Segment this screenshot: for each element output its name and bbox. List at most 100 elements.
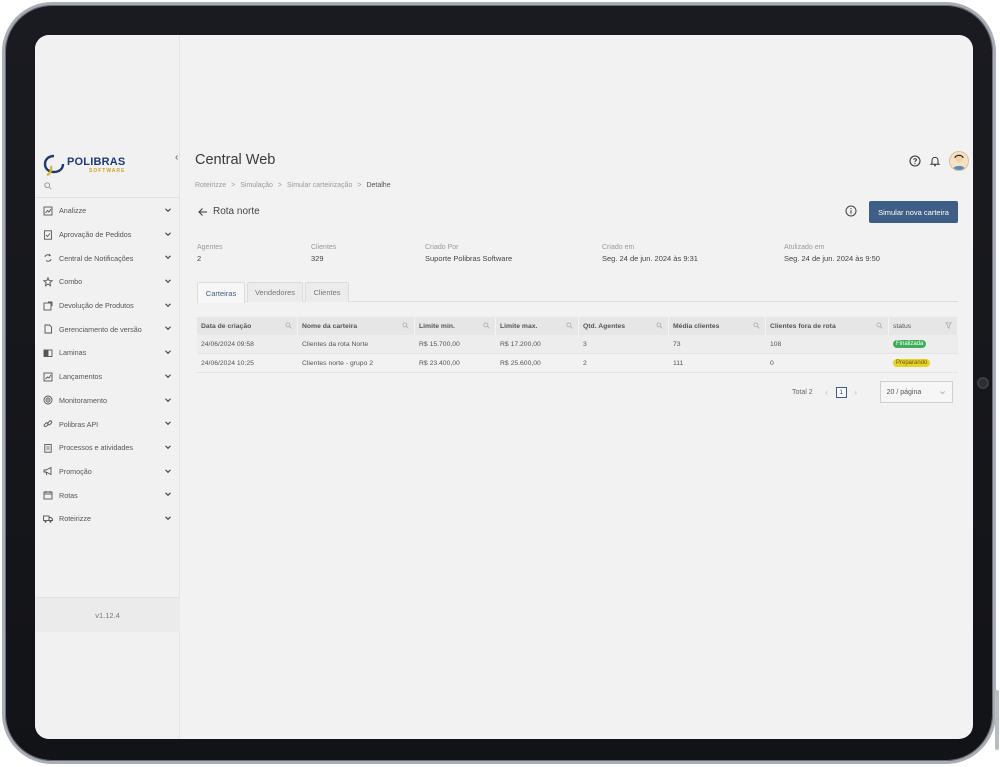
table-cell: R$ 15.700,00 xyxy=(419,340,460,348)
chevron-down-icon xyxy=(165,516,171,521)
summary-value: 329 xyxy=(311,254,324,263)
column-header-label: Média clientes xyxy=(673,322,720,330)
sidebar-item-promocao[interactable]: Promoção xyxy=(35,460,180,484)
sidebar-item-label: Roteirizze xyxy=(59,514,91,524)
bell-icon[interactable] xyxy=(929,155,941,167)
breadcrumb-link[interactable]: Simular carteirização xyxy=(287,182,352,189)
search-icon[interactable] xyxy=(44,182,52,190)
breadcrumb-separator: > xyxy=(277,182,282,189)
status-badge: Finalizada xyxy=(893,340,927,348)
column-header[interactable]: Data de criação xyxy=(197,317,298,335)
breadcrumb-separator: > xyxy=(231,182,236,189)
chevron-down-icon xyxy=(165,492,171,497)
summary-field: Agentes 2 xyxy=(197,244,223,263)
tabs: Carteiras Vendedores Clientes xyxy=(197,282,958,303)
column-header-label: Clientes fora de rota xyxy=(770,322,836,330)
document-check-icon xyxy=(43,229,53,240)
column-header[interactable]: Qtd. Agentes xyxy=(579,317,669,335)
table-row[interactable]: 24/06/2024 10:25 Clientes norte - grupo 2… xyxy=(197,354,958,373)
logo[interactable]: POLIBRAS SOFTWARE xyxy=(43,153,133,179)
table-cell: 24/06/2024 10:25 xyxy=(201,359,254,367)
search-icon[interactable] xyxy=(566,322,573,329)
breadcrumb-link[interactable]: Simulação xyxy=(240,182,273,189)
chevron-down-icon xyxy=(165,279,171,284)
sidebar-item-label: Combo xyxy=(59,277,83,287)
table-cell: 24/06/2024 09:58 xyxy=(201,340,254,348)
summary-field: Criado em Seg. 24 de jun. 2024 às 9:31 xyxy=(602,244,698,263)
table-cell: 108 xyxy=(770,340,782,348)
sidebar-item-combo[interactable]: Combo xyxy=(35,270,180,294)
sidebar-item-lancamentos[interactable]: Lançamentos xyxy=(35,365,180,389)
column-header[interactable]: Clientes fora de rota xyxy=(766,317,889,335)
column-header[interactable]: Nome da carteira xyxy=(298,317,415,335)
search-icon[interactable] xyxy=(402,322,409,329)
page-number[interactable]: 1 xyxy=(835,386,847,398)
chevron-down-icon xyxy=(165,397,171,402)
chevron-down-icon xyxy=(165,255,171,260)
sidebar-item-processos-e-atividades[interactable]: Processos e atividades xyxy=(35,436,180,460)
column-header[interactable]: Média clientes xyxy=(669,317,766,335)
page-size-select[interactable]: 20 / página xyxy=(879,381,953,403)
sidebar-item-aprovacao-de-pedidos[interactable]: Aprovação de Pedidos xyxy=(35,223,180,247)
sidebar-divider xyxy=(35,197,180,198)
back-arrow-icon[interactable] xyxy=(197,206,209,218)
truck-icon xyxy=(43,514,53,524)
sidebar-item-label: Devolução de Produtos xyxy=(59,301,134,311)
summary-label: Criado em xyxy=(602,244,635,251)
table-cell: 3 xyxy=(583,340,587,348)
screen: POLIBRAS SOFTWARE ‹ Analizze Aprovação de… xyxy=(35,35,973,739)
sidebar-item-label: Rotas xyxy=(59,490,78,500)
filter-icon[interactable] xyxy=(945,322,952,329)
breadcrumb: Roteirizze > Simulação > Simular carteirizaç… xyxy=(195,182,391,189)
column-header[interactable]: Limite max. xyxy=(496,317,579,335)
collapse-sidebar-icon[interactable]: ‹ xyxy=(175,152,178,163)
table-row[interactable]: 24/06/2024 09:58 Clientes da rota Norte R$… xyxy=(197,335,958,354)
column-header-label: Limite min. xyxy=(419,322,455,330)
table-cell: 2 xyxy=(583,359,587,367)
sidebar-item-monitoramento[interactable]: Monitoramento xyxy=(35,389,180,413)
target-icon xyxy=(43,395,53,405)
search-icon[interactable] xyxy=(285,322,292,329)
tab-vendedores[interactable]: Vendedores xyxy=(247,282,303,302)
sidebar-item-label: Central de Notificações xyxy=(59,253,134,263)
search-icon[interactable] xyxy=(753,322,760,329)
simulate-new-wallet-button[interactable]: Simular nova carteira xyxy=(869,201,958,223)
sidebar-item-analizze[interactable]: Analizze xyxy=(35,199,180,223)
version-label: v1.12.4 xyxy=(35,597,180,632)
summary-value: Seg. 24 de jun. 2024 às 9:50 xyxy=(784,254,880,263)
pagination: Total 2 ‹ 1 › 20 / página xyxy=(792,381,953,403)
avatar[interactable] xyxy=(949,151,969,171)
summary-field: Criado Por Suporte Polibras Software xyxy=(425,244,512,263)
next-page-icon[interactable]: › xyxy=(850,388,862,397)
sidebar-item-devolucao-de-produtos[interactable]: Devolução de Produtos xyxy=(35,294,180,318)
column-header-label: Nome da carteira xyxy=(302,322,358,330)
app-title: Central Web xyxy=(195,152,276,168)
column-header[interactable]: Limite min. xyxy=(415,317,496,335)
help-icon[interactable] xyxy=(909,155,921,167)
info-icon[interactable] xyxy=(845,205,857,217)
sidebar-item-laminas[interactable]: Laminas xyxy=(35,341,180,365)
table-cell: R$ 23.400,00 xyxy=(419,359,460,367)
breadcrumb-link[interactable]: Roteirizze xyxy=(195,182,226,189)
sync-icon xyxy=(43,253,53,263)
search-icon[interactable] xyxy=(656,322,663,329)
sidebar-item-rotas[interactable]: Rotas xyxy=(35,483,180,507)
prev-page-icon[interactable]: ‹ xyxy=(821,388,833,397)
search-icon[interactable] xyxy=(876,322,883,329)
tab-carteiras[interactable]: Carteiras xyxy=(197,282,245,303)
sidebar-item-gerenciamento-de-versao[interactable]: Gerenciamento de versão xyxy=(35,317,180,341)
sidebar: POLIBRAS SOFTWARE ‹ Analizze Aprovação de… xyxy=(35,35,180,739)
logo-mark-icon xyxy=(43,154,65,176)
search-icon[interactable] xyxy=(483,322,490,329)
tab-clientes[interactable]: Clientes xyxy=(305,282,349,302)
table-cell: 73 xyxy=(673,340,681,348)
column-header-label: Qtd. Agentes xyxy=(583,322,626,330)
page-header: Rota norte Simular nova carteira xyxy=(195,201,958,225)
star-icon xyxy=(43,276,53,287)
calendar-icon xyxy=(43,490,53,500)
sidebar-item-central-de-notificacoes[interactable]: Central de Notificações xyxy=(35,246,180,270)
sidebar-item-roteirizze[interactable]: Roteirizze xyxy=(35,507,180,531)
tablet-side-button xyxy=(995,690,999,750)
sidebar-item-polibras-api[interactable]: Polibras API xyxy=(35,412,180,436)
column-header[interactable]: status xyxy=(889,317,958,335)
